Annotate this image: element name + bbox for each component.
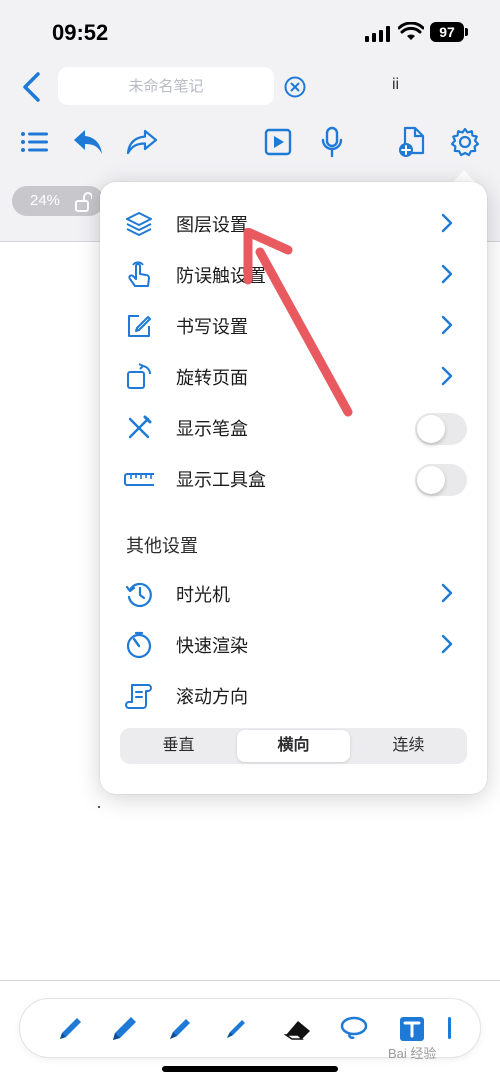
- unlock-icon[interactable]: [74, 192, 92, 212]
- note-title-input[interactable]: [58, 67, 274, 105]
- bottom-area: Bai 经验: [0, 981, 500, 1082]
- layers-icon: [126, 212, 152, 236]
- chevron-right-icon: [441, 213, 453, 233]
- menu-item-fast-render[interactable]: 快速渲染: [100, 619, 487, 669]
- battery-icon: 97: [430, 22, 464, 42]
- brush-icon[interactable]: [216, 1009, 256, 1049]
- edit-icon: [128, 315, 151, 337]
- wifi-icon: [398, 22, 424, 40]
- undo-icon[interactable]: [68, 122, 108, 162]
- status-time: 09:52: [52, 20, 109, 45]
- menu-item-label: 时光机: [176, 585, 230, 605]
- menu-item-time-machine[interactable]: 时光机: [100, 568, 487, 618]
- more-tools-icon[interactable]: [440, 1009, 460, 1049]
- pencil-icon[interactable]: [104, 1009, 144, 1049]
- back-arrow-icon[interactable]: [18, 70, 46, 104]
- toggle-knob: [417, 415, 445, 443]
- clear-icon[interactable]: [284, 76, 306, 98]
- battery-tip: [465, 28, 468, 36]
- scroll-icon: [125, 684, 152, 709]
- status-bar: 09:52 97: [0, 0, 500, 60]
- toggle-knob: [417, 466, 445, 494]
- section-title: 其他设置: [126, 536, 198, 556]
- history-icon: [125, 582, 152, 608]
- signal-icon: [365, 26, 390, 42]
- menu-item-label: 显示工具盒: [176, 470, 266, 490]
- watermark: Bai 经验: [388, 1046, 437, 1061]
- fountain-pen-icon[interactable]: [160, 1009, 200, 1049]
- nav-bar: ii: [0, 62, 500, 110]
- play-icon[interactable]: [258, 122, 298, 162]
- pen-icon[interactable]: [50, 1009, 90, 1049]
- rotate-icon: [127, 363, 151, 389]
- segment-vertical[interactable]: 垂直: [122, 730, 235, 762]
- list-icon[interactable]: [14, 122, 54, 162]
- annotation-arrow: [243, 228, 353, 417]
- segment-horizontal[interactable]: 横向: [237, 730, 350, 762]
- canvas-dot: [98, 806, 100, 808]
- touch-icon: [128, 261, 150, 287]
- gear-icon[interactable]: [445, 122, 485, 162]
- scroll-direction-segmented: 垂直 横向 连续: [120, 728, 467, 764]
- chevron-right-icon: [441, 264, 453, 284]
- lasso-icon[interactable]: [334, 1009, 374, 1049]
- chevron-right-icon: [441, 583, 453, 603]
- home-indicator: [162, 1066, 338, 1072]
- pens-icon: [128, 415, 152, 439]
- menu-item-scroll-direction: 滚动方向: [100, 670, 487, 720]
- nav-extra-label: ii: [392, 76, 400, 93]
- eraser-icon[interactable]: [278, 1009, 318, 1049]
- ruler-icon: [124, 473, 154, 486]
- show-toolbox-toggle[interactable]: [415, 464, 467, 496]
- zoom-value: 24%: [30, 192, 61, 209]
- segment-continuous[interactable]: 连续: [352, 730, 465, 762]
- chevron-right-icon: [441, 315, 453, 335]
- chevron-right-icon: [441, 366, 453, 386]
- chevron-right-icon: [441, 634, 453, 654]
- add-page-icon[interactable]: [392, 122, 432, 162]
- menu-item-label: 快速渲染: [176, 636, 248, 656]
- timer-icon: [126, 631, 152, 659]
- toolbar: [0, 122, 500, 166]
- redo-icon[interactable]: [122, 122, 162, 162]
- menu-item-label: 滚动方向: [176, 687, 248, 707]
- show-pens-toggle[interactable]: [415, 413, 467, 445]
- menu-item-show-toolbox: 显示工具盒: [100, 453, 487, 503]
- microphone-icon[interactable]: [312, 122, 352, 162]
